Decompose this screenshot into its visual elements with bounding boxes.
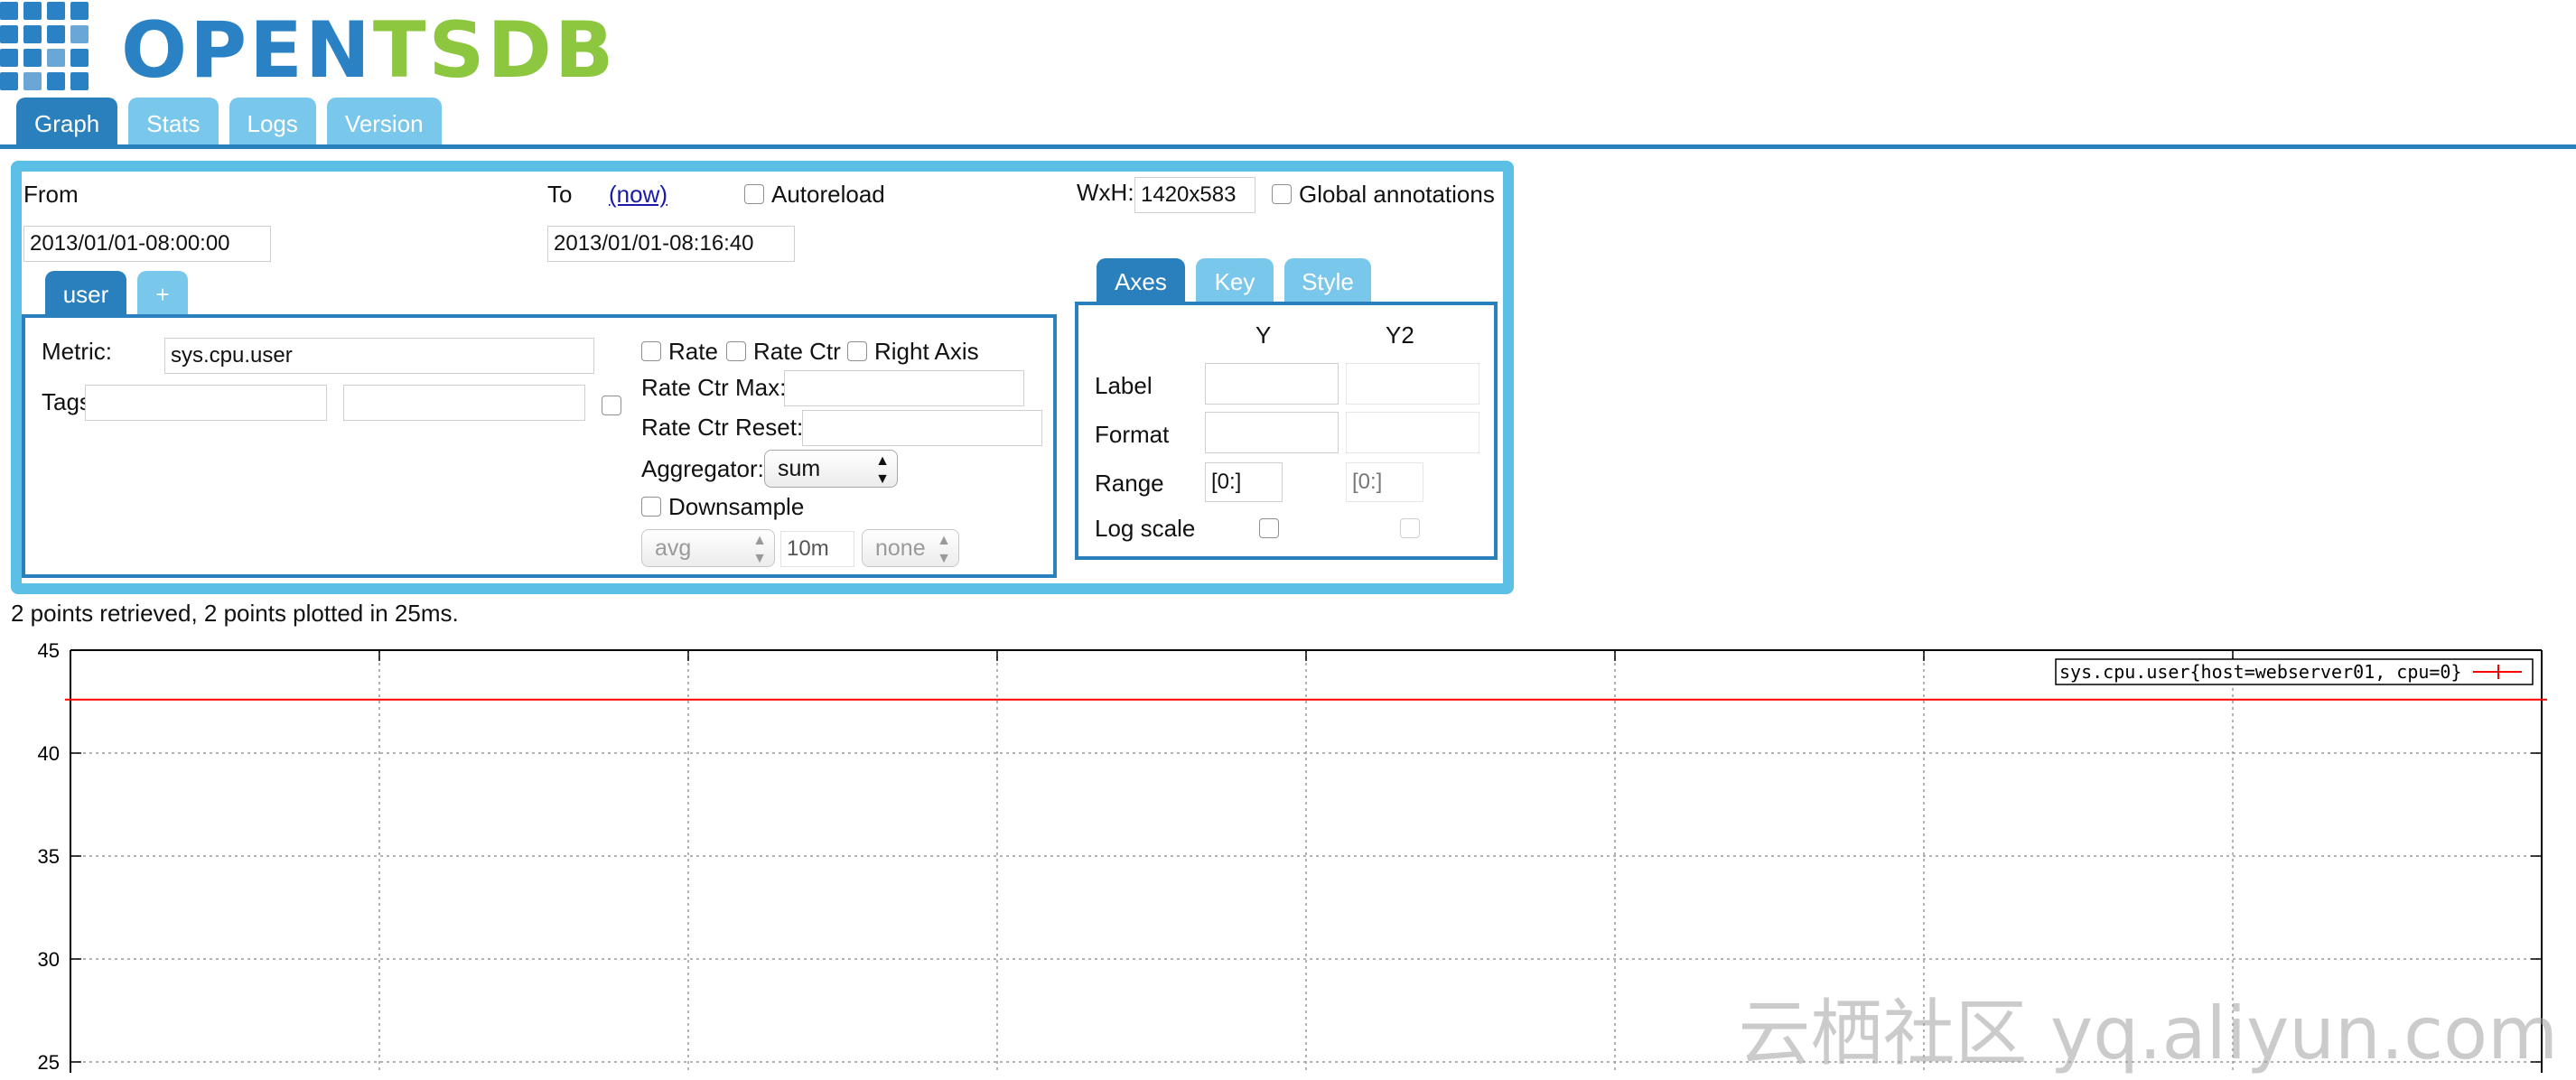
downsample-function-value: avg (655, 535, 692, 561)
y2-label-input[interactable] (1346, 363, 1479, 405)
downsample-fill-value: none (875, 535, 926, 561)
global-annotations-label: Global annotations (1299, 181, 1495, 208)
from-input[interactable] (23, 226, 271, 262)
aggregator-value: sum (778, 456, 821, 481)
axis-label-row: Label (1095, 372, 1153, 399)
y2-range-input[interactable] (1346, 462, 1423, 502)
metric-tab-user[interactable]: user (45, 271, 126, 316)
downsample-fill-select[interactable]: none ▲ ▼ (862, 529, 959, 567)
y-log-scale-checkbox[interactable] (1259, 518, 1279, 538)
from-label: From (23, 181, 79, 208)
right-axis-label: Right Axis (874, 338, 979, 365)
wxh-label: WxH: (1077, 179, 1134, 206)
main-tabs: Graph Stats Logs Version (16, 98, 442, 146)
tab-divider (0, 144, 2576, 149)
to-input[interactable] (547, 226, 795, 262)
logo-icon (0, 2, 94, 96)
tag-groupby-checkbox[interactable] (602, 396, 621, 415)
downsample-function-select[interactable]: avg ▲ ▼ (641, 529, 775, 567)
axis-format-row: Format (1095, 421, 1170, 448)
y2-column-header: Y2 (1386, 321, 1414, 349)
right-axis-checkbox[interactable] (847, 341, 867, 361)
y-tick-label: 30 (38, 948, 60, 971)
axes-editor: Y Y2 Label Format Range Log scale (1075, 302, 1498, 560)
to-label: To (547, 181, 573, 208)
query-panel: From To (now) Autoreload WxH: Global ann… (11, 161, 1514, 594)
y-range-input[interactable] (1205, 462, 1283, 502)
query-status: 2 points retrieved, 2 points plotted in … (11, 600, 459, 627)
wxh-input[interactable] (1134, 177, 1255, 213)
rate-label: Rate (668, 338, 718, 365)
tag-value-input[interactable] (343, 385, 585, 421)
tag-key-input[interactable] (85, 385, 327, 421)
select-arrows-icon: ▲ ▼ (937, 533, 951, 566)
y-tick-label: 35 (38, 845, 60, 868)
now-link[interactable]: (now) (609, 181, 667, 209)
downsample-checkbox[interactable] (641, 497, 661, 517)
rate-ctr-label: Rate Ctr (753, 338, 841, 365)
y-tick-label: 45 (38, 639, 60, 662)
y-column-header: Y (1255, 321, 1272, 349)
logo-open-text: OPEN (121, 5, 373, 96)
rate-ctr-checkbox[interactable] (726, 341, 746, 361)
tab-logs[interactable]: Logs (229, 98, 316, 146)
y-label-input[interactable] (1205, 363, 1339, 405)
watermark: 云栖社区 yq.aliyun.com (1738, 992, 2559, 1075)
downsample-label: Downsample (668, 493, 805, 520)
rate-ctr-reset-input[interactable] (802, 410, 1042, 446)
tab-stats[interactable]: Stats (128, 98, 219, 146)
tab-version[interactable]: Version (326, 98, 442, 146)
tab-key[interactable]: Key (1196, 258, 1274, 303)
downsample-interval-input[interactable] (780, 531, 854, 567)
select-arrows-icon: ▲ ▼ (875, 453, 890, 487)
legend-label: sys.cpu.user{host=webserver01, cpu=0} (2059, 661, 2462, 683)
autoreload-checkbox[interactable] (744, 184, 764, 204)
rate-ctr-max-input[interactable] (784, 370, 1024, 406)
add-metric-tab[interactable]: + (137, 271, 188, 316)
rate-checkbox[interactable] (641, 341, 661, 361)
tab-style[interactable]: Style (1284, 258, 1371, 303)
tab-graph[interactable]: Graph (16, 98, 118, 146)
tab-axes[interactable]: Axes (1097, 258, 1185, 303)
axis-log-scale-row: Log scale (1095, 515, 1196, 542)
y-tick-label: 25 (38, 1051, 60, 1073)
logo-tsdb-text: TSDB (372, 5, 617, 96)
metric-editor: Metric: Tags Rate Rate Ctr Right Axis Ra… (22, 314, 1057, 578)
rate-ctr-reset-label: Rate Ctr Reset: (641, 414, 804, 441)
axis-range-row: Range (1095, 470, 1164, 497)
tags-label: Tags (42, 388, 91, 415)
y-tick-label: 40 (38, 742, 60, 765)
rate-ctr-max-label: Rate Ctr Max: (641, 374, 787, 401)
global-annotations-checkbox[interactable] (1272, 184, 1292, 204)
aggregator-select[interactable]: sum ▲ ▼ (764, 450, 898, 488)
metric-input[interactable] (164, 338, 594, 374)
y2-log-scale-checkbox[interactable] (1400, 518, 1420, 538)
autoreload-label: Autoreload (771, 181, 885, 208)
aggregator-label: Aggregator: (641, 455, 764, 482)
logo-wordmark: OPENTSDB (121, 5, 616, 96)
y-format-input[interactable] (1205, 412, 1339, 453)
y2-format-input[interactable] (1346, 412, 1479, 453)
metric-label: Metric: (42, 338, 112, 365)
select-arrows-icon: ▲ ▼ (752, 533, 767, 566)
